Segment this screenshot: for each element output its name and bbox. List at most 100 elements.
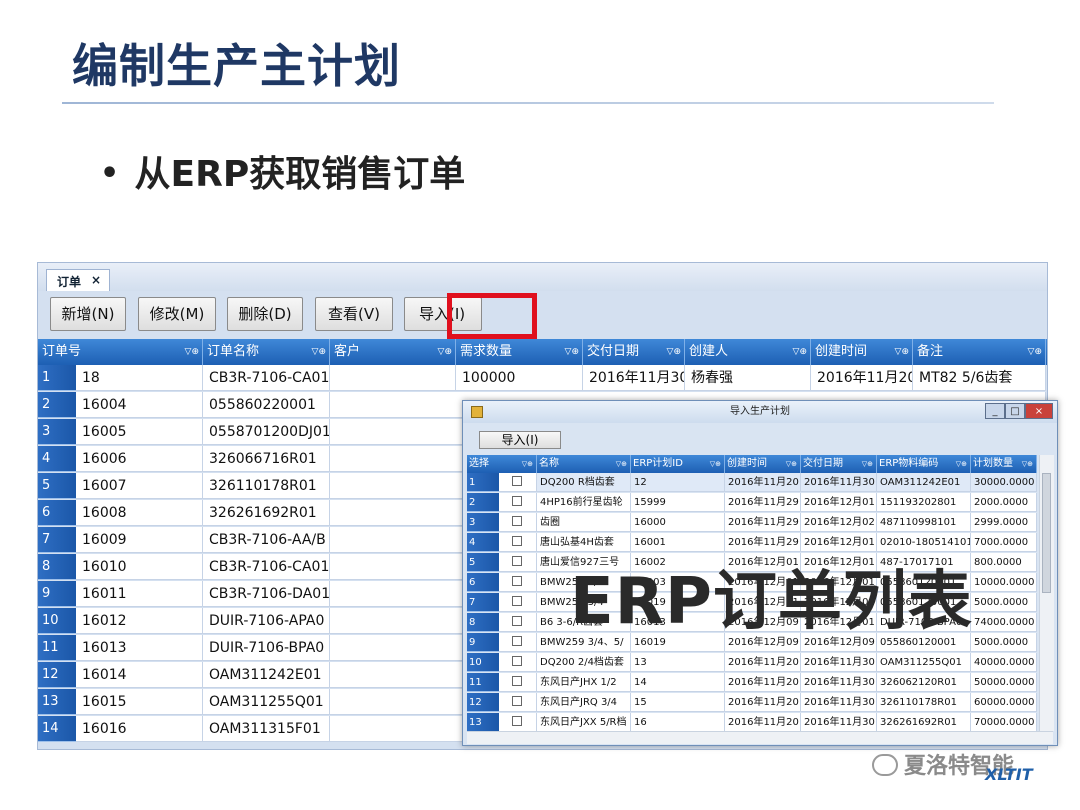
- dialog-cell-erp-id[interactable]: 14: [631, 673, 725, 692]
- table-cell-id[interactable]: 16009: [76, 527, 203, 553]
- table-cell-name[interactable]: OAM311255Q01: [203, 689, 330, 715]
- dialog-cell-name[interactable]: 东风日产JXX 5/R档: [537, 713, 631, 732]
- table-cell-name[interactable]: OAM311242E01: [203, 662, 330, 688]
- column-header[interactable]: 创建时间 ▽⊕: [811, 339, 913, 365]
- dialog-column-header[interactable]: 交付日期 ▽⊕: [801, 455, 877, 473]
- dialog-cell-name[interactable]: 4HP16前行星齿轮: [537, 493, 631, 512]
- select-checkbox[interactable]: [512, 716, 522, 726]
- dialog-cell-erp-id[interactable]: 16: [631, 713, 725, 732]
- close-icon[interactable]: ×: [1025, 403, 1053, 419]
- dialog-cell-created[interactable]: 2016年11月20: [725, 653, 801, 672]
- column-header[interactable]: 创建人 ▽⊕: [685, 339, 811, 365]
- dialog-cell-qty[interactable]: 30000.0000: [971, 473, 1037, 492]
- table-cell-id[interactable]: 16012: [76, 608, 203, 634]
- filter-icon[interactable]: ▽⊕: [667, 339, 681, 365]
- table-cell-id[interactable]: 16016: [76, 716, 203, 742]
- filter-icon[interactable]: ▽⊕: [522, 455, 533, 473]
- filter-icon[interactable]: ▽⊕: [565, 339, 579, 365]
- select-checkbox[interactable]: [512, 576, 522, 586]
- select-checkbox[interactable]: [512, 656, 522, 666]
- table-cell-name[interactable]: CB3R-7106-CA01: [203, 554, 330, 580]
- dialog-column-header[interactable]: 计划数量 ▽⊕: [971, 455, 1037, 473]
- select-checkbox[interactable]: [512, 616, 522, 626]
- dialog-cell-qty[interactable]: 2000.0000: [971, 493, 1037, 512]
- table-cell-id[interactable]: 16015: [76, 689, 203, 715]
- dialog-cell-code[interactable]: 151193202801: [877, 493, 971, 512]
- table-cell-name[interactable]: 326066716R01: [203, 446, 330, 472]
- select-checkbox[interactable]: [512, 556, 522, 566]
- dialog-cell-due[interactable]: 2016年12月02: [801, 513, 877, 532]
- dialog-table-row[interactable]: 10 DQ200 2/4档齿套 13 2016年11月20 2016年11月30 OAM3…: [467, 653, 1037, 673]
- filter-icon[interactable]: ▽⊕: [438, 339, 452, 365]
- table-cell-id[interactable]: 16014: [76, 662, 203, 688]
- dialog-cell-created[interactable]: 2016年11月20: [725, 673, 801, 692]
- table-cell-id[interactable]: 16005: [76, 419, 203, 445]
- table-cell-qty[interactable]: 100000: [456, 365, 583, 391]
- dialog-cell-qty[interactable]: 70000.0000: [971, 713, 1037, 732]
- select-checkbox[interactable]: [512, 516, 522, 526]
- close-icon[interactable]: ×: [91, 273, 101, 287]
- filter-icon[interactable]: ▽⊕: [956, 455, 967, 473]
- table-cell-name[interactable]: 0558701200DJ01: [203, 419, 330, 445]
- filter-icon[interactable]: ▽⊕: [1028, 339, 1042, 365]
- tab-orders[interactable]: 订单 ×: [46, 269, 110, 291]
- filter-icon[interactable]: ▽⊕: [616, 455, 627, 473]
- dialog-cell-erp-id[interactable]: 16000: [631, 513, 725, 532]
- dialog-cell-due[interactable]: 2016年11月30: [801, 713, 877, 732]
- table-cell-name[interactable]: 055860220001: [203, 392, 330, 418]
- filter-icon[interactable]: ▽⊕: [185, 339, 199, 365]
- dialog-cell-due[interactable]: 2016年11月30: [801, 693, 877, 712]
- table-cell-name[interactable]: CB3R-7106-DA01: [203, 581, 330, 607]
- dialog-cell-created[interactable]: 2016年11月20: [725, 713, 801, 732]
- table-cell-customer[interactable]: [330, 365, 456, 391]
- dialog-cell-code[interactable]: OAM311255Q01: [877, 653, 971, 672]
- vertical-scrollbar[interactable]: [1039, 455, 1054, 731]
- dialog-cell-due[interactable]: 2016年12月01: [801, 493, 877, 512]
- column-header[interactable]: 订单号 ▽⊕: [38, 339, 203, 365]
- maximize-icon[interactable]: □: [1005, 403, 1025, 419]
- delete-button[interactable]: 删除(D): [227, 297, 303, 331]
- edit-button[interactable]: 修改(M): [138, 297, 216, 331]
- table-cell-name[interactable]: 326261692R01: [203, 500, 330, 526]
- table-cell-id[interactable]: 16008: [76, 500, 203, 526]
- dialog-cell-qty[interactable]: 5000.0000: [971, 633, 1037, 652]
- table-cell-id[interactable]: 16004: [76, 392, 203, 418]
- table-cell-name[interactable]: CB3R-7106-AA/B: [203, 527, 330, 553]
- dialog-cell-qty[interactable]: 10000.0000: [971, 573, 1037, 592]
- dialog-table-row[interactable]: 11 东风日产JHX 1/2 14 2016年11月20 2016年11月30 32606…: [467, 673, 1037, 693]
- dialog-cell-qty[interactable]: 40000.0000: [971, 653, 1037, 672]
- dialog-cell-erp-id[interactable]: 12: [631, 473, 725, 492]
- table-cell-id[interactable]: 16007: [76, 473, 203, 499]
- filter-icon[interactable]: ▽⊕: [786, 455, 797, 473]
- dialog-table-row[interactable]: 3 齿圈 16000 2016年11月29 2016年12月02 487110998101…: [467, 513, 1037, 533]
- dialog-column-header[interactable]: ERP物料编码 ▽⊕: [877, 455, 971, 473]
- dialog-cell-code[interactable]: 326110178R01: [877, 693, 971, 712]
- dialog-cell-qty[interactable]: 800.0000: [971, 553, 1037, 572]
- minimize-icon[interactable]: _: [985, 403, 1005, 419]
- table-cell-name[interactable]: DUIR-7106-APA0: [203, 608, 330, 634]
- column-header[interactable]: 需求数量 ▽⊕: [456, 339, 583, 365]
- dialog-cell-name[interactable]: DQ200 R档齿套: [537, 473, 631, 492]
- dialog-cell-name[interactable]: 齿圈: [537, 513, 631, 532]
- filter-icon[interactable]: ▽⊕: [793, 339, 807, 365]
- filter-icon[interactable]: ▽⊕: [1022, 455, 1033, 473]
- select-checkbox[interactable]: [512, 696, 522, 706]
- dialog-cell-erp-id[interactable]: 13: [631, 653, 725, 672]
- table-cell-created[interactable]: 2016年11月20: [811, 365, 913, 391]
- table-cell-id[interactable]: 18: [76, 365, 203, 391]
- filter-icon[interactable]: ▽⊕: [895, 339, 909, 365]
- column-header[interactable]: 交付日期 ▽⊕: [583, 339, 685, 365]
- add-button[interactable]: 新增(N): [50, 297, 126, 331]
- dialog-cell-qty[interactable]: 60000.0000: [971, 693, 1037, 712]
- select-checkbox[interactable]: [512, 496, 522, 506]
- select-checkbox[interactable]: [512, 636, 522, 646]
- dialog-column-header[interactable]: ERP计划ID ▽⊕: [631, 455, 725, 473]
- select-checkbox[interactable]: [512, 676, 522, 686]
- table-cell-creator[interactable]: 杨春强: [685, 365, 811, 391]
- dialog-import-button[interactable]: 导入(I): [479, 431, 561, 449]
- dialog-table-row[interactable]: 12 东风日产JRQ 3/4 15 2016年11月20 2016年11月30 32611…: [467, 693, 1037, 713]
- dialog-table-row[interactable]: 2 4HP16前行星齿轮 15999 2016年11月29 2016年12月01 1511…: [467, 493, 1037, 513]
- dialog-cell-created[interactable]: 2016年11月20: [725, 473, 801, 492]
- dialog-cell-qty[interactable]: 2999.0000: [971, 513, 1037, 532]
- filter-icon[interactable]: ▽⊕: [710, 455, 721, 473]
